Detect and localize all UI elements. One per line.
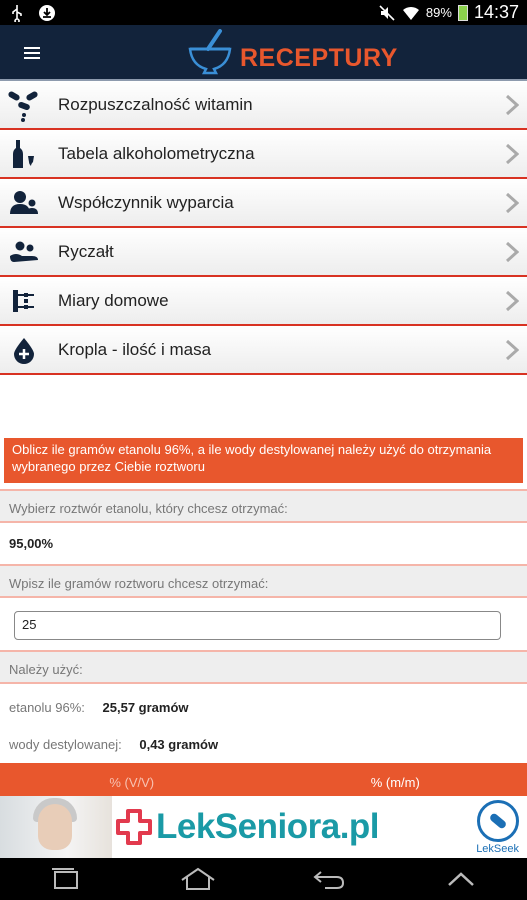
ad-banner[interactable]: LekSeniora.pl LekSeek [0, 796, 527, 858]
hand-icon [0, 240, 48, 264]
back-icon [313, 871, 345, 889]
battery-percent: 89% [425, 5, 452, 20]
app-header: RECEPTURY [0, 25, 527, 81]
clock: 14:37 [473, 2, 519, 22]
mute-icon [378, 4, 396, 22]
wifi-icon [402, 4, 420, 22]
water-value: 0,43 gramów [139, 737, 219, 752]
menu-item-label: Ryczałt [58, 241, 114, 261]
chevron-right-icon [505, 241, 519, 263]
vitamin-icon [0, 87, 48, 123]
grams-input[interactable]: 25 [14, 611, 501, 640]
tab-mass[interactable]: % (m/m) [264, 763, 527, 796]
home-icon [181, 867, 215, 890]
ethanol-value: 25,57 gramów [102, 700, 189, 715]
screen: 89% 14:37 RECEPTURY Rozpuszczalność wita… [0, 0, 527, 900]
water-result: wody destylowanej: 0,43 gramów [9, 737, 218, 752]
cross-icon [116, 809, 152, 845]
chevron-right-icon [505, 339, 519, 361]
menu-item-lump-sum[interactable]: Ryczałt [0, 228, 527, 277]
menu-item-label: Rozpuszczalność witamin [58, 94, 253, 114]
chevron-right-icon [505, 143, 519, 165]
ad-badge-text: LekSeek [476, 842, 519, 855]
result-label: Należy użyć: [0, 650, 527, 684]
ethanol-result: etanolu 96%: 25,57 gramów [9, 700, 189, 715]
users-icon [0, 190, 48, 216]
back-button[interactable] [299, 861, 359, 897]
ad-badge: LekSeek [476, 799, 519, 855]
expand-button[interactable] [431, 861, 491, 897]
recent-apps-button[interactable] [36, 861, 96, 897]
chevron-up-icon [448, 872, 474, 886]
chevron-right-icon [505, 192, 519, 214]
battery-icon [457, 4, 468, 21]
menu-item-label: Kropla - ilość i masa [58, 339, 212, 359]
usb-icon [8, 4, 26, 22]
pill-icon [476, 799, 519, 842]
ad-photo [0, 796, 112, 858]
menu-list: Rozpuszczalność witamin Tabela alkoholom… [0, 81, 527, 375]
bottle-icon [0, 138, 48, 170]
app-title: RECEPTURY [240, 43, 398, 72]
home-button[interactable] [168, 861, 228, 897]
measure-icon [0, 287, 48, 315]
app-logo: RECEPTURY [186, 29, 398, 75]
solution-label: Wybierz roztwór etanolu, który chcesz ot… [0, 489, 527, 523]
info-banner: Oblicz ile gramów etanolu 96%, a ile wod… [4, 438, 523, 483]
menu-item-label: Miary domowe [58, 290, 169, 310]
menu-item-vitamins[interactable]: Rozpuszczalność witamin [0, 81, 527, 130]
ad-logo: LekSeniora.pl [116, 807, 380, 847]
menu-item-label: Współczynnik wyparcia [58, 192, 234, 212]
ad-brand: LekSeniora.pl [156, 807, 380, 846]
tab-volume[interactable]: % (V/V) [0, 763, 264, 796]
chevron-right-icon [505, 290, 519, 312]
menu-item-displacement[interactable]: Współczynnik wyparcia [0, 179, 527, 228]
water-label: wody destylowanej: [9, 737, 122, 752]
ethanol-label: etanolu 96%: [9, 700, 85, 715]
status-bar: 89% 14:37 [0, 0, 527, 25]
menu-item-alcohol-table[interactable]: Tabela alkoholometryczna [0, 130, 527, 179]
menu-button[interactable] [12, 39, 52, 67]
menu-item-label: Tabela alkoholometryczna [58, 143, 255, 163]
menu-item-home-measures[interactable]: Miary domowe [0, 277, 527, 326]
unit-tabs: % (V/V) % (m/m) [0, 763, 527, 796]
download-icon [38, 4, 56, 22]
recent-apps-icon [51, 868, 78, 889]
chevron-right-icon [505, 94, 519, 116]
menu-item-drop[interactable]: Kropla - ilość i masa [0, 326, 527, 375]
grams-label: Wpisz ile gramów roztworu chcesz otrzyma… [0, 564, 527, 598]
solution-select[interactable]: 95,00% [0, 526, 527, 561]
mortar-icon [188, 29, 232, 75]
hamburger-icon [24, 47, 40, 49]
drop-icon [0, 336, 48, 364]
nav-bar [0, 858, 527, 900]
